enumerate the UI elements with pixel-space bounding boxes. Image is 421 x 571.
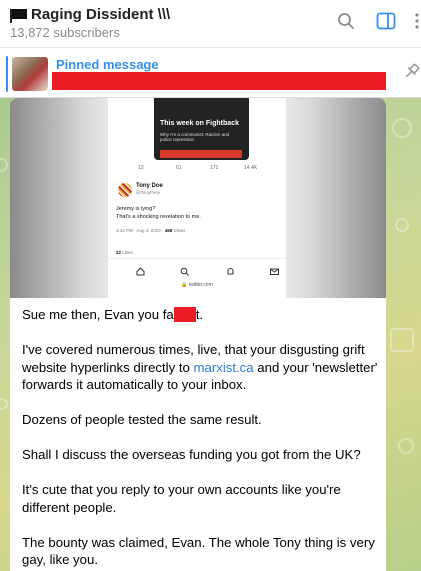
more-menu-icon[interactable] xyxy=(414,12,420,35)
pinned-thumbnail xyxy=(12,57,48,91)
bell-icon xyxy=(226,263,235,281)
tweet-author-name: Tony Doe xyxy=(136,183,163,189)
channel-title-row[interactable]: Raging Dissident \\\ xyxy=(10,6,170,23)
inline-redaction xyxy=(173,307,196,322)
channel-message[interactable]: This week on Fightback Why I'm a communi… xyxy=(10,98,386,571)
tweet-time-text: 3:42 PM · Aug 4, 2023 · xyxy=(116,228,165,233)
fightback-title: This week on Fightback xyxy=(160,120,239,127)
p1-before: Sue me then, Evan you fa xyxy=(22,307,174,322)
mail-icon xyxy=(270,263,279,281)
tweet-views-word: Views xyxy=(172,228,186,233)
sidebar-toggle-icon[interactable] xyxy=(376,12,396,35)
marxist-link[interactable]: marxist.ca xyxy=(194,360,254,375)
search-icon[interactable] xyxy=(337,12,355,35)
tweet-stats: 13 61 171 14.4K xyxy=(10,165,386,175)
view-count: 14.4K xyxy=(244,165,258,171)
subscriber-count: 13,872 subscribers xyxy=(10,25,120,40)
p1-after: t. xyxy=(195,307,204,322)
paragraph-3: Dozens of people tested the same result. xyxy=(22,412,262,427)
tweet-line-2: That's a shocking revelation to me. xyxy=(116,214,201,220)
home-icon xyxy=(136,263,145,281)
tweet-line-1: Jeremy is lying? xyxy=(116,206,156,212)
reply-count: 13 xyxy=(138,165,144,171)
message-text: Sue me then, Evan you fa t. I've covered … xyxy=(22,306,378,571)
pinned-indicator xyxy=(6,56,8,92)
tweet-likes-word: Likes xyxy=(121,250,133,255)
paragraph-4: Shall I discuss the overseas funding you… xyxy=(22,447,361,462)
pin-icon[interactable] xyxy=(402,62,421,86)
pinned-title: Pinned message xyxy=(56,57,159,72)
paragraph-5: It's cute that you reply to your own acc… xyxy=(22,482,341,515)
tweet-nav-bar xyxy=(108,258,286,276)
retweet-count: 61 xyxy=(176,165,182,171)
tweet-likes: 22 Likes xyxy=(116,250,133,255)
paragraph-2: I've covered numerous times, live, that … xyxy=(22,341,378,394)
paragraph-6: The bounty was claimed, Evan. The whole … xyxy=(22,534,375,568)
tweet-author-handle: @TonyFece xyxy=(136,190,161,195)
like-count: 171 xyxy=(210,165,219,171)
fightback-card: This week on Fightback Why I'm a communi… xyxy=(154,98,249,160)
search-icon xyxy=(180,263,189,281)
tweet-body: Jeremy is lying? That's a shocking revel… xyxy=(116,205,201,221)
pinned-redaction xyxy=(52,72,386,90)
fightback-banner xyxy=(160,150,242,158)
channel-title[interactable]: Raging Dissident \\\ xyxy=(31,6,170,23)
fightback-subtitle: Why I'm a communist: Racism and police r… xyxy=(160,132,230,142)
chat-header: Raging Dissident \\\ 13,872 subscribers xyxy=(0,0,421,47)
black-flag-icon xyxy=(10,8,28,23)
tweet-timestamp: 3:42 PM · Aug 4, 2023 · 468 Views xyxy=(116,228,185,233)
paragraph-1: Sue me then, Evan you fa t. xyxy=(22,306,378,324)
tweet-avatar xyxy=(118,183,132,197)
browser-url: 🔒 twitter.com xyxy=(181,282,213,288)
message-photo[interactable]: This week on Fightback Why I'm a communi… xyxy=(10,98,386,298)
